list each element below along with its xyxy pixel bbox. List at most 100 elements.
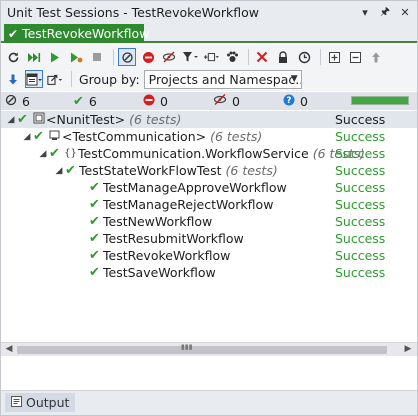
tree-row-nunittest[interactable]: ◢ ✔ <NunitTest> (6 tests) Success xyxy=(1,111,417,128)
filter-icon[interactable] xyxy=(181,48,199,66)
group-by-value: Projects and Namespac... xyxy=(148,71,302,87)
bottom-panel-tabs: Output xyxy=(1,390,417,415)
collapse-triangle-icon[interactable]: ◢ xyxy=(5,115,17,125)
scroll-left-icon[interactable]: ◀ xyxy=(3,344,15,356)
tree-row-label: TestResubmitWorkflow xyxy=(103,231,244,246)
collapse-triangle-icon[interactable]: ◢ xyxy=(53,166,65,176)
refresh-icon[interactable] xyxy=(4,48,22,66)
tree-row-testcommunication[interactable]: ◢ ✔ <TestCommunication> (6 tests) Succes… xyxy=(1,128,417,145)
passed-check-icon: ✔ xyxy=(17,112,28,127)
output-icon xyxy=(11,395,22,410)
unknown-tests-count: 0 xyxy=(300,93,308,109)
passed-check-icon: ✔ xyxy=(89,197,100,212)
run-icon[interactable] xyxy=(46,48,64,66)
actions-toolbar xyxy=(1,45,417,69)
debug-icon[interactable] xyxy=(67,48,85,66)
tree-row-testsaveworkflow[interactable]: ✔ TestSaveWorkflow Success xyxy=(1,264,417,281)
tree-row-count: (6 tests) xyxy=(210,129,263,144)
move-up-icon[interactable] xyxy=(367,48,385,66)
tree-row-workflowservice[interactable]: ◢ ✔ {} TestCommunication.WorkflowService… xyxy=(1,145,417,162)
unit-test-sessions-window: Unit Test Sessions - TestRevokeWorkflow … xyxy=(0,0,418,416)
show-output-icon[interactable] xyxy=(25,70,43,88)
collapse-triangle-icon[interactable]: ◢ xyxy=(21,132,33,142)
hide-icon[interactable] xyxy=(160,48,178,66)
export-icon[interactable] xyxy=(46,70,64,88)
window-title: Unit Test Sessions - TestRevokeWorkflow xyxy=(7,4,260,20)
unknown-tests-stat[interactable]: ? 0 xyxy=(283,93,308,109)
passed-check-icon: ✔ xyxy=(89,248,100,263)
track-running-icon[interactable] xyxy=(118,48,136,66)
ignored-tests-count: 0 xyxy=(232,93,240,109)
collapse-all-icon[interactable] xyxy=(346,48,364,66)
pin-icon[interactable]: 🖈 xyxy=(377,4,393,20)
passed-check-icon: ✔ xyxy=(73,93,84,109)
tree-row-label: TestCommunication.WorkflowService xyxy=(78,146,309,161)
tree-row-label: TestManageRejectWorkflow xyxy=(103,197,274,212)
failed-icon xyxy=(143,94,155,109)
failed-tests-stat[interactable]: 0 xyxy=(143,93,168,109)
passed-check-icon: ✔ xyxy=(89,214,100,229)
tree-row-testmanageapproveworkflow[interactable]: ✔ TestManageApproveWorkflow Success xyxy=(1,179,417,196)
passed-check-icon: ✔ xyxy=(65,163,76,178)
tree-row-teststateworkflowtest[interactable]: ◢ ✔ TestStateWorkFlowTest (6 tests) Succ… xyxy=(1,162,417,179)
group-by-label: Group by: xyxy=(79,71,140,87)
tree-row-result: Success xyxy=(335,180,386,195)
total-tests-stat[interactable]: 6 xyxy=(5,93,30,109)
passed-tests-stat[interactable]: ✔ 6 xyxy=(73,93,97,109)
stop-all-icon[interactable] xyxy=(139,48,157,66)
test-tree: ◢ ✔ <NunitTest> (6 tests) Success ◢ ✔ <T… xyxy=(1,111,417,341)
scrollbar-thumb[interactable] xyxy=(17,346,387,354)
tab-output-label: Output xyxy=(26,395,70,410)
run-options-icon[interactable] xyxy=(202,48,220,66)
project-icon xyxy=(31,112,46,127)
tree-row-count: (6 tests) xyxy=(225,163,278,178)
next-failed-icon[interactable] xyxy=(4,70,22,88)
tree-row-result: Success xyxy=(335,214,386,229)
failed-tests-count: 0 xyxy=(160,93,168,109)
tree-row-label: TestRevokeWorkflow xyxy=(103,248,231,263)
title-bar: Unit Test Sessions - TestRevokeWorkflow … xyxy=(1,1,417,23)
remove-icon[interactable] xyxy=(253,48,271,66)
tree-row-label: TestNewWorkflow xyxy=(103,214,213,229)
profile-icon[interactable] xyxy=(223,48,241,66)
tab-test-revoke-workflow[interactable]: ✔ TestRevokeWorkflow xyxy=(4,24,149,43)
close-icon[interactable]: ✕ xyxy=(397,4,413,20)
tree-row-count: (6 tests) xyxy=(129,112,182,127)
collapse-triangle-icon[interactable]: ◢ xyxy=(37,149,49,159)
window-menu-icon[interactable]: ▾ xyxy=(357,4,373,20)
expand-all-icon[interactable] xyxy=(325,48,343,66)
tree-row-result: Success xyxy=(335,163,386,178)
passed-check-icon: ✔ xyxy=(33,129,44,144)
timer-icon[interactable] xyxy=(295,48,313,66)
tab-output[interactable]: Output xyxy=(5,393,76,412)
toolbar-separator xyxy=(113,49,114,65)
tree-row-testresubmitworkflow[interactable]: ✔ TestResubmitWorkflow Success xyxy=(1,230,417,247)
tree-row-testrevokeworkflow[interactable]: ✔ TestRevokeWorkflow Success xyxy=(1,247,417,264)
chevron-down-icon: ▼ xyxy=(290,73,298,84)
namespace-icon: {} xyxy=(64,148,77,159)
tree-row-result: Success xyxy=(335,112,386,127)
tree-row-testnewworkflow[interactable]: ✔ TestNewWorkflow Success xyxy=(1,213,417,230)
passed-check-icon: ✔ xyxy=(89,265,100,280)
test-status-bar: 6 ✔ 6 0 0 ? 0 xyxy=(1,92,417,110)
run-progress-fill xyxy=(352,97,408,104)
tree-row-result: Success xyxy=(335,129,386,144)
tree-row-label: <TestCommunication> xyxy=(62,129,207,144)
lock-icon[interactable] xyxy=(274,48,292,66)
tree-row-testmanagerejectworkflow[interactable]: ✔ TestManageRejectWorkflow Success xyxy=(1,196,417,213)
unknown-icon: ? xyxy=(283,94,295,109)
total-tests-count: 6 xyxy=(22,93,30,109)
svg-text:?: ? xyxy=(286,96,291,106)
tree-row-result: Success xyxy=(335,248,386,263)
stop-icon[interactable] xyxy=(88,48,106,66)
horizontal-scrollbar[interactable]: ◀ ▮▮▮ ▶ xyxy=(1,342,417,356)
tab-label: TestRevokeWorkflow xyxy=(22,26,150,41)
group-by-select[interactable]: Projects and Namespac... ▼ xyxy=(143,69,302,89)
session-passed-icon: ✔ xyxy=(8,26,19,41)
scrollbar-grip-icon: ▮▮▮ xyxy=(181,343,193,351)
run-all-icon[interactable] xyxy=(25,48,43,66)
ignored-tests-stat[interactable]: 0 xyxy=(213,93,240,109)
tree-row-label: TestSaveWorkflow xyxy=(103,265,216,280)
passed-check-icon: ✔ xyxy=(89,231,100,246)
scroll-right-icon[interactable]: ▶ xyxy=(402,344,414,356)
